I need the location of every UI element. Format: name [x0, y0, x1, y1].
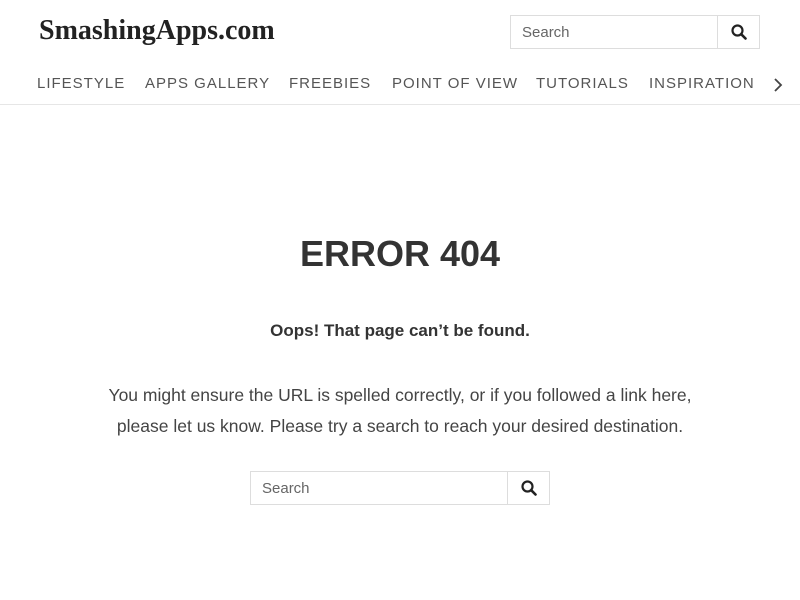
search-icon	[730, 24, 747, 40]
error-subtitle: Oops! That page can’t be found.	[270, 321, 530, 340]
site-logo[interactable]: SmashingApps.com	[39, 15, 275, 47]
page-search-form	[250, 471, 550, 505]
site-header: SmashingApps.com Lifestyle Apps Gallery …	[0, 0, 800, 105]
page-search-input[interactable]	[251, 472, 507, 504]
nav-item-freebies[interactable]: Freebies	[289, 75, 371, 92]
error-description: You might ensure the URL is spelled corr…	[0, 380, 800, 442]
header-search-form	[510, 15, 760, 49]
header-search-input[interactable]	[511, 16, 717, 48]
nav-item-tutorials[interactable]: Tutorials	[536, 75, 629, 92]
header-search-button[interactable]	[717, 16, 759, 48]
main-nav: Lifestyle Apps Gallery Freebies Point of…	[0, 75, 800, 95]
nav-item-inspiration[interactable]: Inspiration	[649, 75, 755, 92]
nav-item-point-of-view[interactable]: Point of View	[392, 75, 518, 92]
error-title: ERROR 404	[299, 233, 501, 274]
nav-item-apps-gallery[interactable]: Apps Gallery	[145, 75, 270, 92]
page-search-button[interactable]	[507, 472, 549, 504]
chevron-right-icon[interactable]	[771, 77, 785, 93]
error-description-line-1: You might ensure the URL is spelled corr…	[108, 385, 692, 405]
search-icon	[520, 480, 537, 496]
nav-item-lifestyle[interactable]: Lifestyle	[37, 75, 125, 92]
error-description-line-2: please let us know. Please try a search …	[116, 416, 684, 436]
